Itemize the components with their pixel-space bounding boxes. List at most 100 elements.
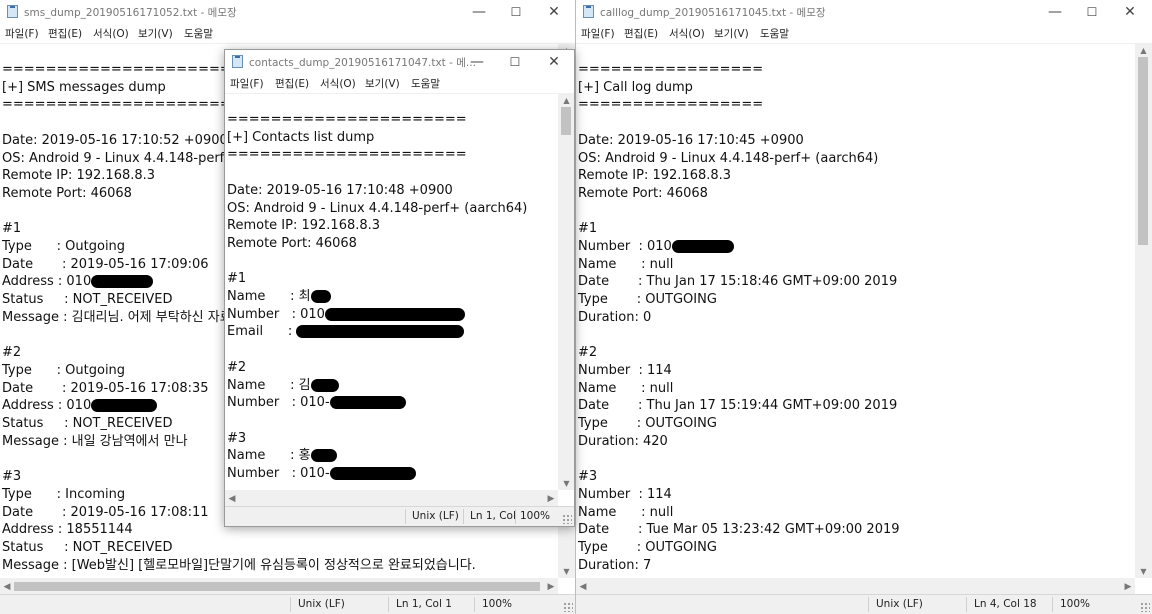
calllog-text-line: Name : null xyxy=(578,504,674,520)
contacts-vertical-scrollbar[interactable]: ▲ ▼ xyxy=(558,93,574,490)
calllog-text-line xyxy=(578,114,900,132)
sms-status-bar: Unix (LF) Ln 1, Col 1 100% xyxy=(0,594,575,614)
calllog-text-line: Duration: 0 xyxy=(578,309,652,325)
contacts-title-bar[interactable]: contacts_dump_20190516171047.txt - 메... … xyxy=(225,50,574,74)
menu-format[interactable]: 서식(O) xyxy=(93,26,129,41)
calllog-text-line: #1 xyxy=(578,221,598,237)
resize-grip-icon[interactable] xyxy=(562,514,572,524)
calllog-text-line: Remote Port: 46068 xyxy=(578,185,708,201)
maximize-button[interactable]: ☐ xyxy=(1073,0,1111,24)
contacts-text-line: Number : 010- xyxy=(227,465,527,483)
sms-hscroll-thumb[interactable] xyxy=(14,582,540,591)
contacts-text-line: ====================== xyxy=(227,147,467,163)
redaction-block xyxy=(310,378,339,392)
calllog-menu-bar: 파일(F) 편집(E) 서식(O) 보기(V) 도움말 xyxy=(576,24,1152,43)
sms-title-bar[interactable]: sms_dump_20190516171052.txt - 메모장 — ☐ ✕ xyxy=(0,0,575,24)
redaction-block xyxy=(671,240,734,254)
minimize-button[interactable]: — xyxy=(1036,0,1074,24)
menu-file[interactable]: 파일(F) xyxy=(581,26,615,41)
calllog-text-line: Name : null xyxy=(578,256,674,272)
menu-format[interactable]: 서식(O) xyxy=(320,76,356,91)
contacts-text-line: Name : 최 xyxy=(227,288,527,306)
redaction-block xyxy=(91,275,154,289)
contacts-text-line: Remote IP: 192.168.8.3 xyxy=(227,218,381,234)
maximize-button[interactable]: ☐ xyxy=(496,50,534,74)
contacts-text-line: #2 xyxy=(227,359,247,375)
contacts-window-title: contacts_dump_20190516171047.txt - 메... xyxy=(249,57,476,69)
contacts-horizontal-scrollbar[interactable]: ◀ ▶ xyxy=(225,490,558,507)
scroll-right-arrow-icon[interactable]: ▶ xyxy=(544,490,558,507)
close-button[interactable]: ✕ xyxy=(535,0,573,24)
resize-grip-icon[interactable] xyxy=(563,602,573,612)
scroll-left-arrow-icon[interactable]: ◀ xyxy=(225,490,239,507)
menu-help[interactable]: 도움말 xyxy=(184,26,213,41)
scroll-right-arrow-icon[interactable]: ▶ xyxy=(1121,578,1135,595)
contacts-text-line: Name : 홍 xyxy=(227,447,527,465)
calllog-text-line: OS: Android 9 - Linux 4.4.148-perf+ (aar… xyxy=(578,150,879,166)
scroll-up-arrow-icon[interactable]: ▲ xyxy=(1135,43,1152,57)
scroll-left-arrow-icon[interactable]: ◀ xyxy=(0,578,14,595)
calllog-vscroll-thumb[interactable] xyxy=(1138,57,1148,245)
resize-grip-icon[interactable] xyxy=(1140,602,1150,612)
calllog-text-line xyxy=(578,450,900,468)
calllog-text-area[interactable]: ================= [+] Call log dump ======… xyxy=(576,43,1135,579)
scroll-down-arrow-icon[interactable]: ▼ xyxy=(558,476,574,490)
sms-text-line: Message : [Web발신] [헬로모바일]단말기에 유심등록이 정상적으… xyxy=(2,557,476,573)
calllog-text-line: ================= xyxy=(578,97,764,113)
calllog-text-line: Number : 010 xyxy=(578,238,900,256)
contacts-text-line: Number : 010- xyxy=(227,394,527,412)
contacts-text-line: #3 xyxy=(227,430,247,446)
notepad-icon xyxy=(232,55,243,68)
sms-cursor-position: Ln 1, Col 1 xyxy=(396,598,452,610)
calllog-text-line: Type : OUTGOING xyxy=(578,292,717,308)
minimize-button[interactable]: — xyxy=(458,50,496,74)
minimize-button[interactable]: — xyxy=(460,0,498,24)
calllog-text-line: Name : null xyxy=(578,380,674,396)
close-button[interactable]: ✕ xyxy=(535,50,573,74)
calllog-text-line: [+] Call log dump xyxy=(578,79,693,95)
menu-help[interactable]: 도움말 xyxy=(760,26,789,41)
contacts-text-line: Name : 김 xyxy=(227,377,527,395)
menu-file[interactable]: 파일(F) xyxy=(230,76,264,91)
close-button[interactable]: ✕ xyxy=(1111,0,1149,24)
sms-horizontal-scrollbar[interactable]: ◀ ▶ xyxy=(0,578,558,595)
maximize-button[interactable]: ☐ xyxy=(497,0,535,24)
menu-view[interactable]: 보기(V) xyxy=(365,76,400,91)
calllog-horizontal-scrollbar[interactable]: ◀ ▶ xyxy=(576,578,1135,595)
calllog-text-line: Number : 114 xyxy=(578,362,672,378)
menu-view[interactable]: 보기(V) xyxy=(714,26,749,41)
menu-edit[interactable]: 편집(E) xyxy=(48,26,82,41)
scroll-left-arrow-icon[interactable]: ◀ xyxy=(576,578,590,595)
scroll-up-arrow-icon[interactable]: ▲ xyxy=(558,93,574,107)
contacts-text-line: ====================== xyxy=(227,112,467,127)
menu-file[interactable]: 파일(F) xyxy=(5,26,39,41)
calllog-encoding: Unix (LF) xyxy=(876,598,923,610)
calllog-text-line: #2 xyxy=(578,345,598,361)
menu-edit[interactable]: 편집(E) xyxy=(275,76,309,91)
menu-help[interactable]: 도움말 xyxy=(411,76,440,91)
redaction-block xyxy=(324,307,465,321)
calllog-vertical-scrollbar[interactable]: ▲ ▼ xyxy=(1135,43,1152,578)
contacts-cursor-position: Ln 1, Col xyxy=(470,510,516,522)
menu-view[interactable]: 보기(V) xyxy=(138,26,173,41)
contacts-text-line xyxy=(227,412,527,430)
scroll-right-arrow-icon[interactable]: ▶ xyxy=(544,578,558,595)
sms-menu-bar: 파일(F) 편집(E) 서식(O) 보기(V) 도움말 xyxy=(0,24,575,43)
contacts-text-line xyxy=(227,341,527,359)
calllog-text-line: Type : OUTGOING xyxy=(578,416,717,432)
contacts-text-line: [+] Contacts list dump xyxy=(227,129,375,145)
sms-text-line: Status : NOT_RECEIVED xyxy=(2,539,173,555)
contacts-text-line xyxy=(227,164,527,182)
scroll-down-arrow-icon[interactable]: ▼ xyxy=(558,564,575,578)
contacts-vscroll-thumb[interactable] xyxy=(561,107,571,135)
redaction-block xyxy=(310,449,337,463)
contacts-text-line: #1 xyxy=(227,271,247,287)
calllog-zoom-level: 100% xyxy=(1060,598,1091,610)
calllog-title-bar[interactable]: calllog_dump_20190516171045.txt - 메모장 — … xyxy=(576,0,1152,24)
contacts-text-lines: ====================== [+] Contacts list … xyxy=(227,111,527,483)
contacts-text-area[interactable]: ====================== [+] Contacts list … xyxy=(225,93,558,491)
menu-edit[interactable]: 편집(E) xyxy=(624,26,658,41)
calllog-status-bar: Unix (LF) Ln 4, Col 18 100% xyxy=(576,594,1152,614)
scroll-down-arrow-icon[interactable]: ▼ xyxy=(1135,564,1152,578)
menu-format[interactable]: 서식(O) xyxy=(669,26,705,41)
